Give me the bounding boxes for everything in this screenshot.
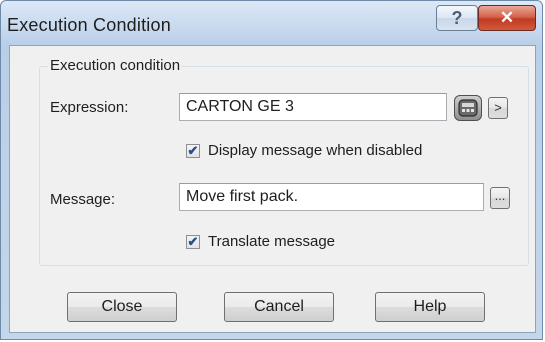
window-title: Execution Condition [7,15,171,35]
expression-label: Expression: [50,99,129,116]
expression-expand-button[interactable]: > [488,97,508,119]
checkmark-icon: ✔ [187,234,199,249]
expression-editor-button[interactable] [454,95,482,121]
close-button[interactable]: Close [67,292,177,322]
dialog-window: Execution Condition ? ✕ Execution condit… [0,0,543,340]
help-titlebar-button[interactable]: ? [436,5,478,31]
chevron-right-icon: > [494,100,502,115]
execution-condition-group: Execution condition Expression: CARTON G… [39,57,529,266]
title-bar[interactable]: Execution Condition ? ✕ [1,1,542,45]
group-legend: Execution condition [48,57,183,74]
message-label: Message: [50,191,116,208]
ellipsis-icon: ... [494,188,506,203]
dialog-client-area: Execution condition Expression: CARTON G… [9,45,536,333]
translate-message-label: Translate message [208,233,336,250]
message-browse-button[interactable]: ... [490,187,510,209]
display-message-label: Display message when disabled [208,142,423,159]
display-message-checkbox[interactable]: ✔ [186,144,200,158]
message-input[interactable]: Move first pack. [179,183,484,211]
translate-message-checkbox[interactable]: ✔ [186,235,200,249]
checkmark-icon: ✔ [187,143,199,158]
calculator-icon [458,99,478,117]
cancel-button[interactable]: Cancel [224,292,334,322]
question-mark-icon: ? [451,8,463,28]
help-button[interactable]: Help [375,292,485,322]
close-icon: ✕ [499,8,515,27]
expression-input[interactable]: CARTON GE 3 [179,93,447,121]
close-window-button[interactable]: ✕ [478,5,536,31]
